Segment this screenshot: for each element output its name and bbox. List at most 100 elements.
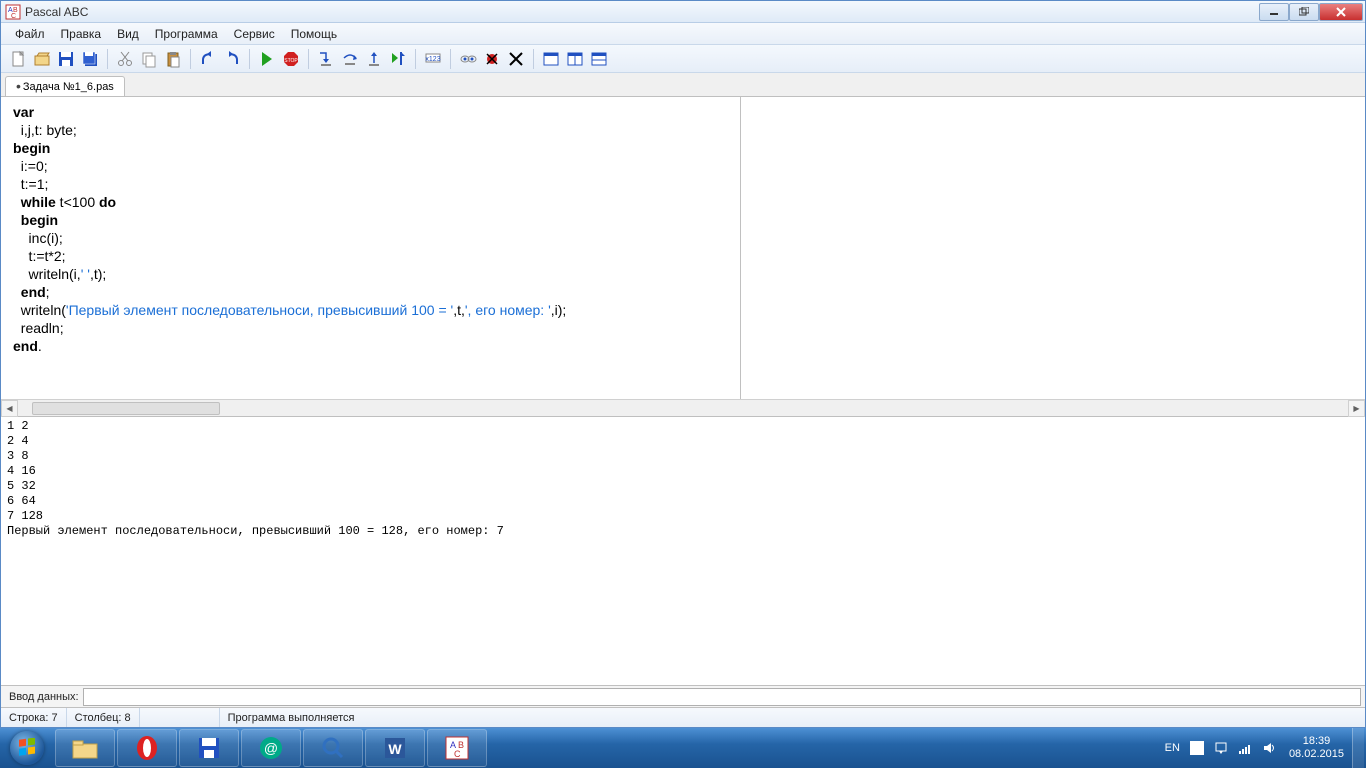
menu-help[interactable]: Помощь (283, 25, 345, 43)
start-button[interactable] (0, 728, 54, 768)
window-controls (1259, 3, 1363, 21)
redo-button[interactable] (221, 48, 243, 70)
open-button[interactable] (31, 48, 53, 70)
paste-button[interactable] (162, 48, 184, 70)
win2-icon (566, 50, 584, 68)
status-col: Столбец: 8 (67, 708, 140, 727)
win3-button[interactable] (588, 48, 610, 70)
paste-icon (164, 50, 182, 68)
input-label: Ввод данных: (1, 691, 83, 703)
status-message: Программа выполняется (220, 712, 363, 724)
toolbar-separator (415, 49, 416, 69)
task-opera[interactable] (117, 729, 177, 767)
run-icon (258, 50, 276, 68)
tray-network-icon[interactable] (1233, 728, 1257, 768)
delete-bp-icon (507, 50, 525, 68)
task-pascalabc[interactable]: ABC (427, 729, 487, 767)
win1-icon (542, 50, 560, 68)
run-to-cursor-icon (389, 50, 407, 68)
tray-action-center-icon[interactable] (1209, 728, 1233, 768)
toolbar-separator (249, 49, 250, 69)
stop-icon: STOP (282, 50, 300, 68)
win2-button[interactable] (564, 48, 586, 70)
task-mail[interactable]: @ (241, 729, 301, 767)
task-magnify[interactable] (303, 729, 363, 767)
save-all-icon (81, 50, 99, 68)
tray-clock[interactable]: 18:39 08.02.2015 (1281, 735, 1352, 761)
svg-text:C: C (454, 749, 461, 759)
svg-text:C: C (11, 13, 16, 20)
menu-service[interactable]: Сервис (226, 25, 283, 43)
step-into-button[interactable] (315, 48, 337, 70)
toolbar-separator (450, 49, 451, 69)
eval-button[interactable]: x123 (422, 48, 444, 70)
show-desktop-button[interactable] (1352, 728, 1364, 768)
step-over-button[interactable] (339, 48, 361, 70)
new-icon (9, 50, 27, 68)
save-icon (57, 50, 75, 68)
tray-volume-icon[interactable] (1257, 728, 1281, 768)
task-save[interactable] (179, 729, 239, 767)
redo-icon (223, 50, 241, 68)
tab-label: Задача №1_6.pas (23, 81, 114, 93)
taskbar: @ W ABC EN 18:39 08.02.2015 (0, 728, 1366, 768)
tray-lang[interactable]: EN (1160, 728, 1185, 768)
svg-text:@: @ (264, 740, 278, 756)
toolbar-separator (107, 49, 108, 69)
breakpoint-button[interactable] (481, 48, 503, 70)
tab-active[interactable]: • Задача №1_6.pas (5, 76, 125, 96)
windows-logo-icon (10, 731, 44, 765)
step-into-icon (317, 50, 335, 68)
menu-file[interactable]: Файл (7, 25, 53, 43)
menubar: Файл Правка Вид Программа Сервис Помощь (1, 23, 1365, 45)
eval-icon: x123 (424, 50, 442, 68)
run-button[interactable] (256, 48, 278, 70)
new-button[interactable] (7, 48, 29, 70)
save-button[interactable] (55, 48, 77, 70)
breakpoint-icon (483, 50, 501, 68)
watch-icon (459, 50, 477, 68)
output-pane[interactable]: 1 2 2 4 3 8 4 16 5 32 6 64 7 128 Первый … (1, 417, 1365, 685)
editor-hscroll[interactable]: ◀ ▶ (1, 399, 1365, 416)
step-over-icon (341, 50, 359, 68)
code-editor[interactable]: var i,j,t: byte;begin i:=0; t:=1; while … (1, 97, 741, 416)
input-bar: Ввод данных: (1, 685, 1365, 707)
run-to-cursor-button[interactable] (387, 48, 409, 70)
toolbar-separator (308, 49, 309, 69)
win1-button[interactable] (540, 48, 562, 70)
cut-button[interactable] (114, 48, 136, 70)
editor-right-pane (741, 97, 1365, 416)
status-line: Строка: 7 (1, 708, 67, 727)
svg-text:W: W (388, 741, 402, 757)
menu-program[interactable]: Программа (147, 25, 226, 43)
tray-flag-icon[interactable] (1185, 728, 1209, 768)
editor-area: var i,j,t: byte;begin i:=0; t:=1; while … (1, 97, 1365, 417)
status-spacer (140, 708, 220, 727)
close-button[interactable] (1319, 3, 1363, 21)
maximize-button[interactable] (1289, 3, 1319, 21)
input-field[interactable] (83, 688, 1361, 706)
scroll-track[interactable] (18, 400, 1348, 417)
open-icon (33, 50, 51, 68)
minimize-button[interactable] (1259, 3, 1289, 21)
system-tray: EN 18:39 08.02.2015 (1160, 728, 1366, 768)
menu-view[interactable]: Вид (109, 25, 147, 43)
task-word[interactable]: W (365, 729, 425, 767)
stop-button[interactable]: STOP (280, 48, 302, 70)
step-out-button[interactable] (363, 48, 385, 70)
watch-button[interactable] (457, 48, 479, 70)
save-all-button[interactable] (79, 48, 101, 70)
scroll-right-icon[interactable]: ▶ (1348, 400, 1365, 417)
menu-edit[interactable]: Правка (53, 25, 110, 43)
toolbar: STOP x123 (1, 45, 1365, 73)
statusbar: Строка: 7 Столбец: 8 Программа выполняет… (1, 707, 1365, 727)
undo-button[interactable] (197, 48, 219, 70)
copy-button[interactable] (138, 48, 160, 70)
delete-bp-button[interactable] (505, 48, 527, 70)
undo-icon (199, 50, 217, 68)
scroll-thumb[interactable] (32, 402, 220, 415)
tray-date: 08.02.2015 (1289, 748, 1344, 761)
toolbar-separator (190, 49, 191, 69)
scroll-left-icon[interactable]: ◀ (1, 400, 18, 417)
task-explorer[interactable] (55, 729, 115, 767)
